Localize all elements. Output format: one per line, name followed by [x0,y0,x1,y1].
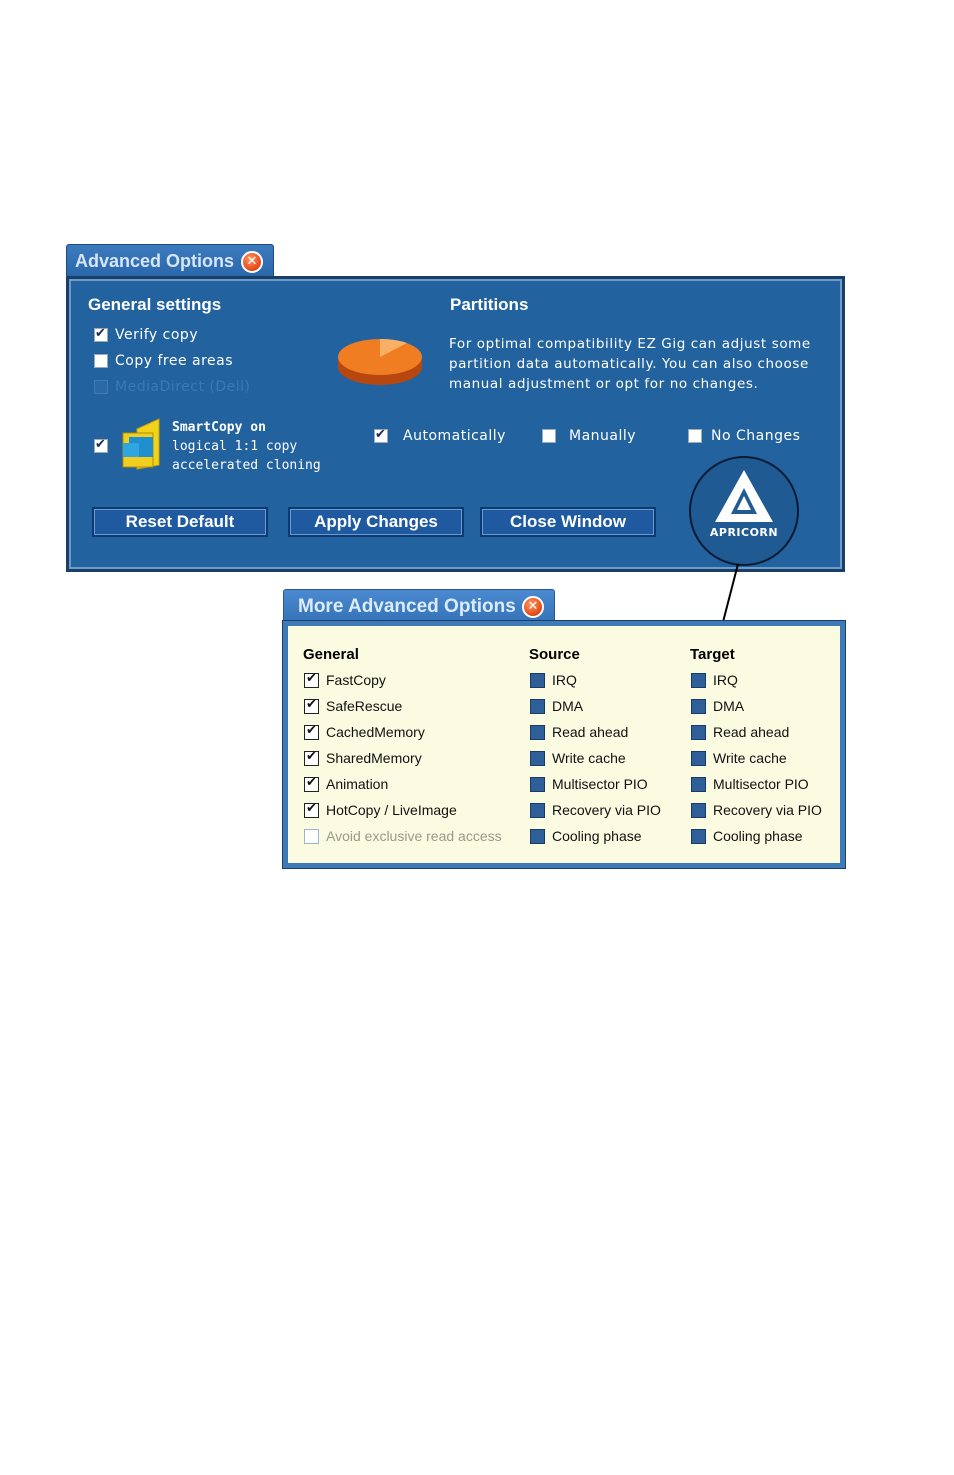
apricorn-logo-icon [715,470,773,522]
smartcopy-icon [122,418,160,470]
apply-changes-button[interactable]: Apply Changes [288,507,464,537]
automatically-label: Automatically [403,428,506,444]
apricorn-logo-text: APRICORN [709,526,779,539]
source-irq-checkbox[interactable] [530,673,545,688]
fastcopy-checkbox[interactable] [304,671,319,688]
hotcopy-checkbox[interactable] [304,801,319,818]
target-dma-label: DMA [713,698,745,714]
advanced-options-window: General settings Verify copy Copy free a… [66,276,845,572]
avoid-exclusive-read-label: Avoid exclusive read access [326,828,502,844]
partitions-pie-icon [338,338,422,385]
smartcopy-line3: accelerated cloning [172,458,321,473]
manually-label: Manually [569,428,637,444]
smartcopy-line2: logical 1:1 copy [172,439,298,454]
close-window-button[interactable]: Close Window [480,507,656,537]
copy-free-areas-checkbox[interactable] [94,354,108,368]
smartcopy-checkbox[interactable] [94,437,108,453]
hotcopy-label: HotCopy / LiveImage [326,802,457,818]
no-changes-label: No Changes [711,428,801,444]
no-changes-checkbox[interactable] [688,429,702,443]
target-recovery-pio-label: Recovery via PIO [713,802,822,818]
sharedmemory-checkbox[interactable] [304,749,319,766]
manually-checkbox[interactable] [542,429,556,443]
partitions-heading: Partitions [450,295,529,314]
cachedmemory-label: CachedMemory [326,724,425,740]
partitions-desc-line3: manual adjustment or opt for no changes. [449,376,759,392]
source-recovery-pio-checkbox[interactable] [530,803,545,818]
target-cooling-phase-checkbox[interactable] [691,829,706,844]
more-advanced-options-title: More Advanced Options [298,596,516,617]
target-cooling-phase-label: Cooling phase [713,828,803,844]
automatically-checkbox[interactable] [374,427,388,443]
target-multisector-pio-label: Multisector PIO [713,776,809,792]
general-heading: General [303,646,359,663]
advanced-options-tab: Advanced Options ✕ [66,244,274,278]
partitions-desc-line2: partition data automatically. You can al… [449,356,809,372]
source-recovery-pio-label: Recovery via PIO [552,802,661,818]
cachedmemory-checkbox[interactable] [304,723,319,740]
animation-label: Animation [326,776,389,792]
target-read-ahead-label: Read ahead [713,724,790,740]
source-dma-label: DMA [552,698,584,714]
close-icon[interactable]: ✕ [241,251,263,273]
avoid-exclusive-read-checkbox [304,829,319,844]
source-dma-checkbox[interactable] [530,699,545,714]
media-direct-checkbox [94,380,108,394]
saferescue-checkbox[interactable] [304,697,319,714]
reset-default-button[interactable]: Reset Default [92,507,268,537]
target-dma-checkbox[interactable] [691,699,706,714]
target-irq-label: IRQ [713,672,738,688]
apricorn-logo: APRICORN [689,456,799,566]
close-icon[interactable]: ✕ [522,596,544,618]
target-irq-checkbox[interactable] [691,673,706,688]
target-multisector-pio-checkbox[interactable] [691,777,706,792]
smartcopy-title: SmartCopy on [172,420,266,435]
source-irq-label: IRQ [552,672,577,688]
fastcopy-label: FastCopy [326,672,386,688]
source-write-cache-label: Write cache [552,750,626,766]
source-read-ahead-checkbox[interactable] [530,725,545,740]
target-heading: Target [690,646,735,663]
more-advanced-options-tab: More Advanced Options ✕ [283,589,555,623]
more-advanced-options-window: General FastCopy SafeRescue CachedMemory… [282,620,846,869]
copy-free-areas-label: Copy free areas [115,353,234,369]
animation-checkbox[interactable] [304,775,319,792]
saferescue-label: SafeRescue [326,698,403,714]
media-direct-label: MediaDirect (Dell) [115,379,251,395]
sharedmemory-label: SharedMemory [326,750,422,766]
target-write-cache-checkbox[interactable] [691,751,706,766]
target-recovery-pio-checkbox[interactable] [691,803,706,818]
advanced-options-title: Advanced Options [75,251,235,271]
source-cooling-phase-checkbox[interactable] [530,829,545,844]
source-multisector-pio-checkbox[interactable] [530,777,545,792]
connector-line [722,563,739,623]
source-heading: Source [529,646,580,663]
target-read-ahead-checkbox[interactable] [691,725,706,740]
source-multisector-pio-label: Multisector PIO [552,776,648,792]
verify-copy-label: Verify copy [115,327,199,343]
verify-copy-checkbox[interactable] [94,326,108,342]
source-write-cache-checkbox[interactable] [530,751,545,766]
source-cooling-phase-label: Cooling phase [552,828,642,844]
source-read-ahead-label: Read ahead [552,724,629,740]
partitions-desc-line1: For optimal compatibility EZ Gig can adj… [449,336,811,352]
target-write-cache-label: Write cache [713,750,787,766]
general-settings-heading: General settings [88,295,222,314]
